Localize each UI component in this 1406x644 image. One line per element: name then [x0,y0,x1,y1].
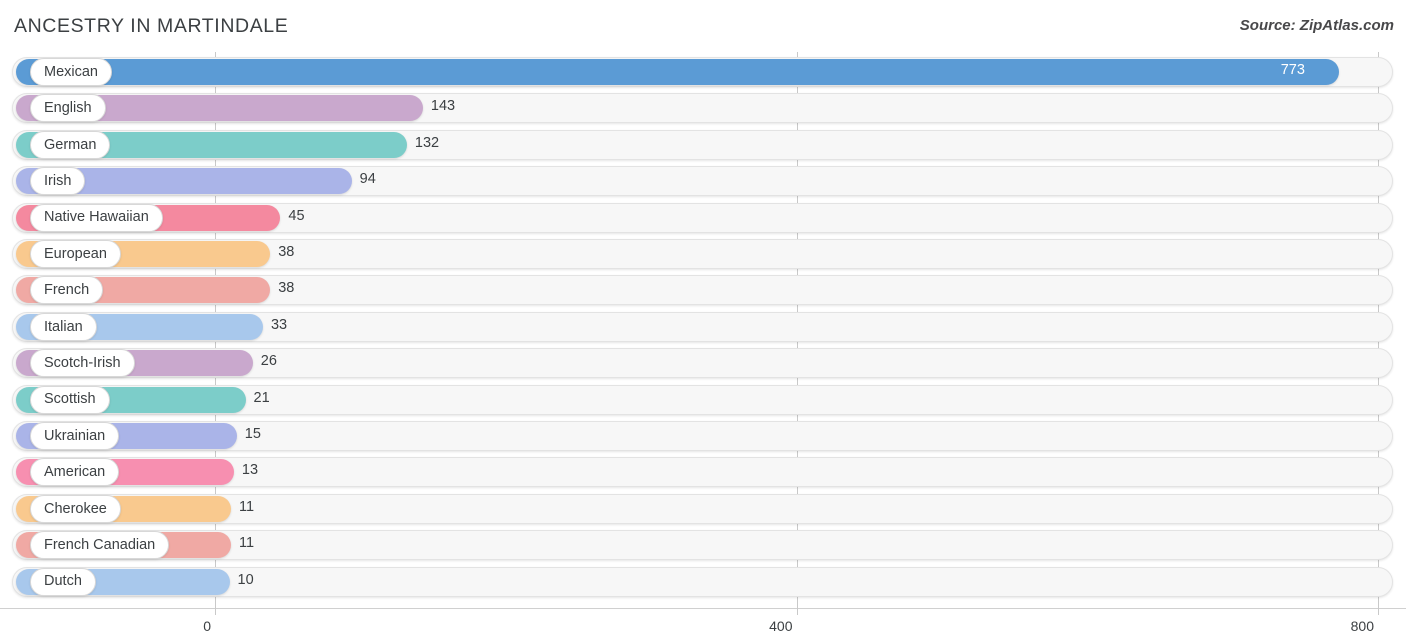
bar-category-pill[interactable]: Scotch-Irish [30,349,135,378]
bar-row[interactable]: Cherokee 11 [0,491,1406,527]
bar-value-label: 10 [237,571,254,588]
bar-rows: Mexican 773 English 143 German 132 Irish 94 Nati… [0,52,1406,608]
bar-category-pill[interactable]: Italian [30,312,97,341]
bar-category-pill[interactable]: French [30,276,104,305]
bar-category-pill[interactable]: English [30,94,106,123]
axis-tick-label: 800 [1350,618,1374,634]
bar-row[interactable]: Native Hawaiian 45 [0,200,1406,236]
bar-category-pill[interactable]: Dutch [30,567,96,596]
bar-category-pill[interactable]: European [30,240,121,268]
axis-tick-label: 400 [769,618,793,634]
bar-value-label: 143 [430,98,456,115]
source-attribution: Source: ZipAtlas.com [1239,17,1394,34]
bar-category-pill[interactable]: French Canadian [30,531,170,560]
bar-value-label: 21 [253,389,270,406]
page-title: ANCESTRY IN MARTINDALE [14,15,289,37]
bar-category-pill[interactable]: Scottish [30,385,110,414]
axis-tick-mark [1378,608,1379,615]
axis-tick-mark [796,608,798,615]
bar-category-label: German [44,136,97,153]
bar-row[interactable]: French Canadian 11 [0,527,1406,563]
bar-value-label: 45 [288,207,305,224]
bar-category-pill[interactable]: German [30,130,111,159]
bar-row[interactable]: Scottish 21 [0,382,1406,418]
axis-line [0,608,1406,609]
bar-row[interactable]: Scotch-Irish 26 [0,345,1406,381]
bar-value-label: 11 [238,498,255,515]
bar-category-pill[interactable]: Native Hawaiian [30,203,163,232]
bar-category-label: Scottish [44,391,96,408]
axis-tick-label: 0 [203,618,211,634]
bar-category-label: Irish [44,172,72,189]
bar-row[interactable]: Italian 33 [0,309,1406,345]
plot-area: Mexican 773 English 143 German 132 Irish 94 Nati… [0,52,1406,608]
bar-category-pill[interactable]: Cherokee [30,494,121,523]
bar-value-label: 33 [270,316,288,333]
bar-category-label: Italian [44,318,83,335]
bar-value-label: 38 [278,280,295,297]
bar-value-label: 773 [1280,62,1305,78]
bar-row[interactable]: Ukrainian 15 [0,418,1406,454]
bar-value-label: 132 [414,134,440,151]
bar-row[interactable]: German 132 [0,127,1406,163]
bar-category-label: Scotch-Irish [44,354,121,371]
bar-category-label: Cherokee [44,500,107,517]
bar-category-pill[interactable]: Irish [30,167,86,196]
bar-value-label: 13 [241,462,259,479]
bar-fill [16,59,1339,85]
bar-row[interactable]: American 13 [0,454,1406,490]
bar-category-label: French Canadian [44,536,156,553]
bar-category-pill[interactable]: American [30,458,120,487]
bar-row[interactable]: French 38 [0,272,1406,308]
bar-row[interactable]: English 143 [0,90,1406,126]
bar-value-label: 94 [359,171,376,188]
bar-row[interactable]: Mexican 773 [0,54,1406,90]
bar-category-label: American [44,464,106,481]
bar-row[interactable]: European 38 [0,236,1406,272]
bar-value-label: 38 [278,244,295,260]
bar-category-label: Ukrainian [44,427,106,444]
bar-category-pill[interactable]: Ukrainian [30,422,120,450]
bar-value-label: 11 [238,535,255,552]
bar-value-label: 26 [260,353,277,370]
bar-category-label: Mexican [44,63,98,80]
bar-row[interactable]: Irish 94 [0,163,1406,199]
bar-category-label: Native Hawaiian [44,209,149,226]
axis-tick-mark [215,608,216,615]
x-axis: 0 400 800 [0,608,1406,644]
bar-category-label: European [44,245,107,262]
bar-category-label: English [44,100,92,117]
chart-header: ANCESTRY IN MARTINDALE Source: ZipAtlas.… [0,0,1406,52]
bar-category-pill[interactable]: Mexican [30,58,112,86]
bar-row[interactable]: Dutch 10 [0,564,1406,600]
bar-category-label: Dutch [44,573,82,590]
bar-value-label: 15 [244,426,261,442]
bar-category-label: French [44,282,90,299]
